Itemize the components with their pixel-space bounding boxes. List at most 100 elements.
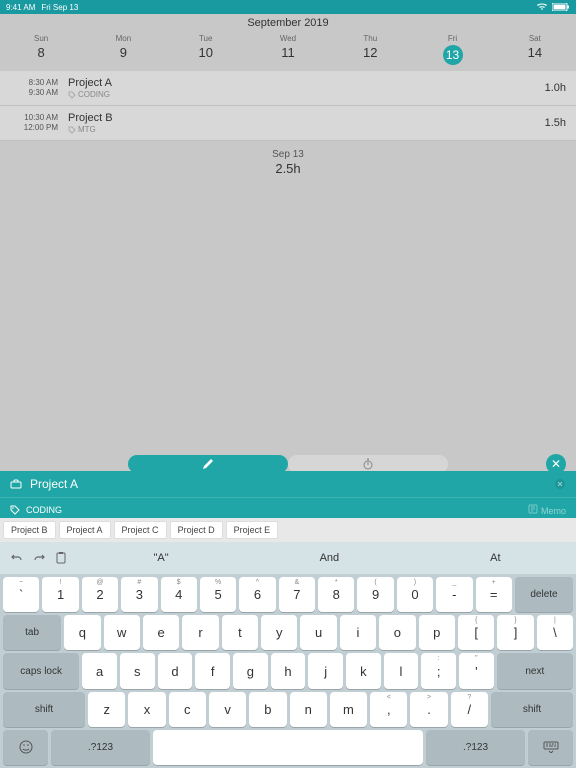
time-entry[interactable]: 8:30 AM9:30 AM Project A CODING 1.0h bbox=[0, 71, 576, 106]
key[interactable]: {[ bbox=[458, 615, 494, 650]
suggestion-chip[interactable]: Project A bbox=[59, 521, 111, 539]
key[interactable]: &7 bbox=[279, 577, 315, 612]
key[interactable]: o bbox=[379, 615, 415, 650]
key[interactable]: x bbox=[128, 692, 165, 727]
day-column[interactable]: Thu12 bbox=[329, 34, 411, 65]
key[interactable]: h bbox=[271, 653, 306, 688]
key[interactable]: q bbox=[64, 615, 100, 650]
day-column[interactable]: Wed11 bbox=[247, 34, 329, 65]
suggestion-chip[interactable]: Project E bbox=[226, 521, 279, 539]
key[interactable]: w bbox=[104, 615, 140, 650]
key[interactable]: s bbox=[120, 653, 155, 688]
key[interactable]: @2 bbox=[82, 577, 118, 612]
key[interactable]: j bbox=[308, 653, 343, 688]
key[interactable]: >. bbox=[410, 692, 447, 727]
entry-times: 8:30 AM9:30 AM bbox=[10, 78, 58, 99]
numeric-key[interactable]: .?123 bbox=[426, 730, 525, 765]
key[interactable]: "' bbox=[459, 653, 494, 688]
project-input[interactable] bbox=[30, 477, 546, 491]
key[interactable]: v bbox=[209, 692, 246, 727]
prediction[interactable]: "A" bbox=[153, 552, 168, 564]
key[interactable]: b bbox=[249, 692, 286, 727]
suggestion-chip[interactable]: Project C bbox=[114, 521, 167, 539]
paste-icon[interactable] bbox=[54, 551, 68, 565]
week-row: Sun8Mon 9Tue10Wed11Thu12Fri13Sat14 bbox=[0, 32, 576, 71]
key[interactable]: g bbox=[233, 653, 268, 688]
clear-icon[interactable] bbox=[554, 478, 566, 490]
hide-keyboard-key[interactable] bbox=[528, 730, 573, 765]
key[interactable]: e bbox=[143, 615, 179, 650]
next-key[interactable]: next bbox=[497, 653, 573, 688]
redo-icon[interactable] bbox=[32, 551, 46, 565]
briefcase-icon bbox=[10, 478, 22, 490]
key[interactable]: k bbox=[346, 653, 381, 688]
month-header: September 2019 bbox=[0, 14, 576, 32]
key[interactable]: i bbox=[340, 615, 376, 650]
day-column[interactable]: Sun8 bbox=[0, 34, 82, 65]
day-column[interactable]: Sat14 bbox=[494, 34, 576, 65]
undo-icon[interactable] bbox=[10, 551, 24, 565]
key[interactable]: (9 bbox=[357, 577, 393, 612]
key[interactable]: ~` bbox=[3, 577, 39, 612]
entry-input-panel: CODING Memo bbox=[0, 471, 576, 522]
key[interactable]: t bbox=[222, 615, 258, 650]
key[interactable]: f bbox=[195, 653, 230, 688]
key[interactable]: <, bbox=[370, 692, 407, 727]
emoji-key[interactable] bbox=[3, 730, 48, 765]
key[interactable]: }] bbox=[497, 615, 533, 650]
key[interactable]: += bbox=[476, 577, 512, 612]
key[interactable]: y bbox=[261, 615, 297, 650]
key[interactable]: ^6 bbox=[239, 577, 275, 612]
day-name: Sun bbox=[0, 34, 82, 43]
memo-icon[interactable]: Memo bbox=[528, 504, 566, 516]
key[interactable]: %5 bbox=[200, 577, 236, 612]
key[interactable]: a bbox=[82, 653, 117, 688]
key[interactable]: :; bbox=[421, 653, 456, 688]
delete-key[interactable]: delete bbox=[515, 577, 573, 612]
day-number: 9 bbox=[82, 45, 164, 60]
day-number: 14 bbox=[494, 45, 576, 60]
space-key[interactable] bbox=[153, 730, 423, 765]
key[interactable]: !1 bbox=[42, 577, 78, 612]
entry-hours: 1.5h bbox=[545, 117, 566, 129]
numeric-key[interactable]: .?123 bbox=[51, 730, 150, 765]
key[interactable]: d bbox=[158, 653, 193, 688]
tag-icon bbox=[10, 505, 20, 515]
shift-key[interactable]: shift bbox=[491, 692, 573, 727]
status-date: Fri Sep 13 bbox=[41, 3, 78, 12]
key[interactable]: |\ bbox=[537, 615, 573, 650]
entry-title: Project B bbox=[68, 112, 545, 124]
key[interactable]: n bbox=[290, 692, 327, 727]
day-column[interactable]: Fri13 bbox=[411, 34, 493, 65]
capslock-key[interactable]: caps lock bbox=[3, 653, 79, 688]
prediction[interactable]: And bbox=[320, 552, 340, 564]
key[interactable]: ?/ bbox=[451, 692, 488, 727]
prediction[interactable]: At bbox=[490, 552, 500, 564]
key[interactable]: l bbox=[384, 653, 419, 688]
day-name: Mon bbox=[82, 34, 164, 43]
key[interactable]: z bbox=[88, 692, 125, 727]
suggestion-chip[interactable]: Project B bbox=[3, 521, 56, 539]
suggestion-chip[interactable]: Project D bbox=[170, 521, 223, 539]
key[interactable]: c bbox=[169, 692, 206, 727]
shift-key[interactable]: shift bbox=[3, 692, 85, 727]
key[interactable]: *8 bbox=[318, 577, 354, 612]
key[interactable]: #3 bbox=[121, 577, 157, 612]
day-name: Wed bbox=[247, 34, 329, 43]
key[interactable]: )0 bbox=[397, 577, 433, 612]
key[interactable]: _- bbox=[436, 577, 472, 612]
key[interactable]: r bbox=[182, 615, 218, 650]
key[interactable]: m bbox=[330, 692, 367, 727]
entry-hours: 1.0h bbox=[545, 82, 566, 94]
tab-key[interactable]: tab bbox=[3, 615, 61, 650]
key[interactable]: $4 bbox=[161, 577, 197, 612]
day-name: Fri bbox=[411, 34, 493, 43]
day-column[interactable]: Tue10 bbox=[165, 34, 247, 65]
tag-label[interactable]: CODING bbox=[26, 505, 62, 515]
time-entry[interactable]: 10:30 AM12:00 PM Project B MTG 1.5h bbox=[0, 106, 576, 141]
day-column[interactable]: Mon 9 bbox=[82, 34, 164, 65]
key[interactable]: p bbox=[419, 615, 455, 650]
status-time: 9:41 AM bbox=[6, 3, 35, 12]
key[interactable]: u bbox=[300, 615, 336, 650]
pencil-icon bbox=[202, 458, 214, 470]
